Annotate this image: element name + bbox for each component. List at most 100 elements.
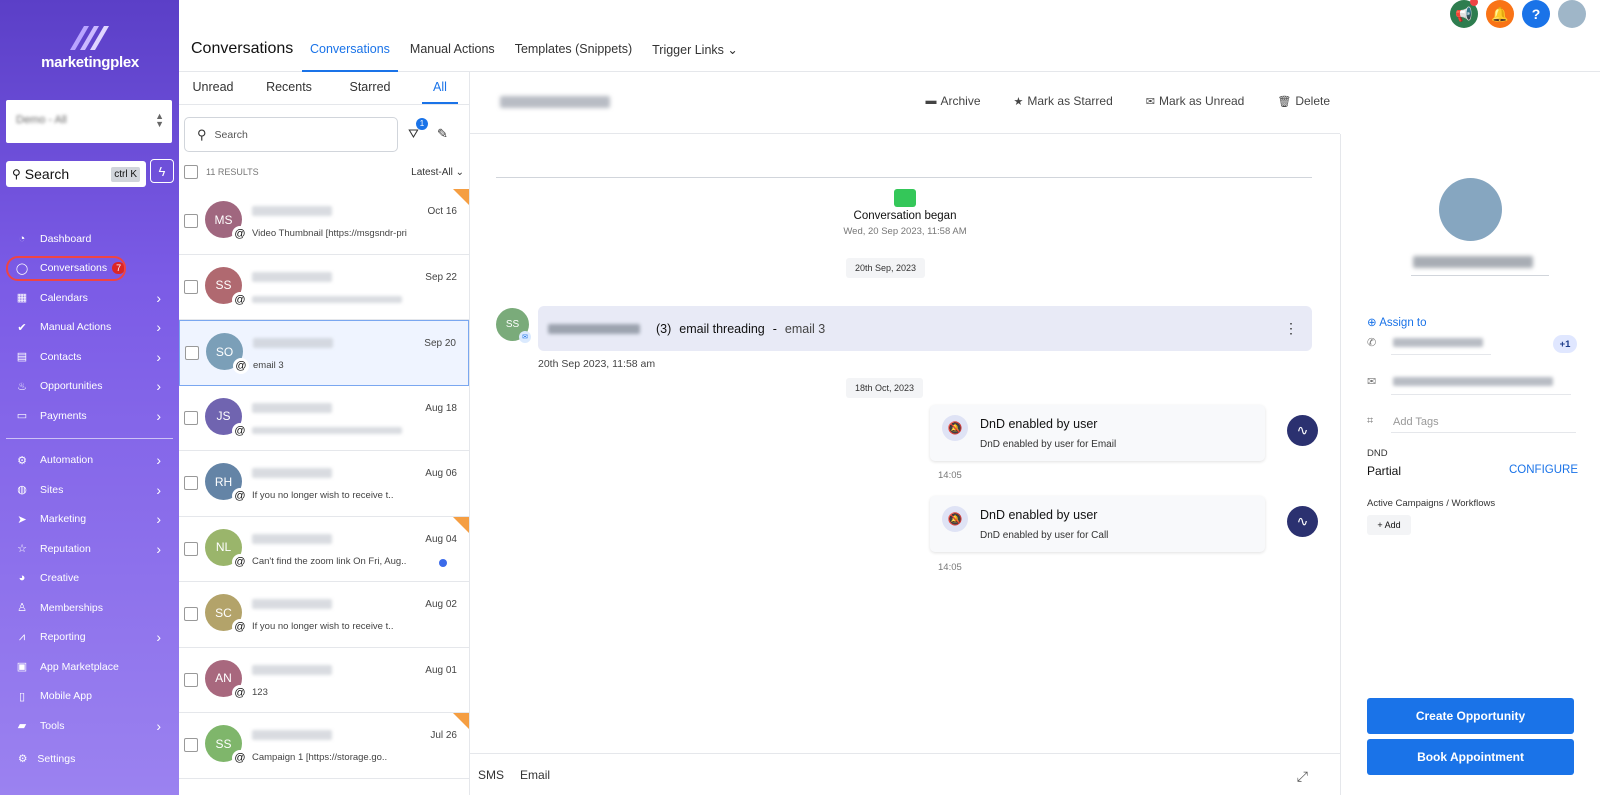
- row-checkbox[interactable]: [184, 607, 198, 621]
- conversation-row[interactable]: AN @ Aug 01 123: [179, 648, 469, 713]
- conversation-date: Sep 22: [425, 271, 457, 283]
- tab-manual-actions[interactable]: Manual Actions: [402, 34, 503, 72]
- thread-actions: ▬ Archive ★ Mark as Starred ✉ Mark as Unrea…: [893, 94, 1331, 108]
- palette-icon: ◕: [18, 572, 26, 585]
- conversation-row[interactable]: NL @ Aug 04 Can't find the zoom link On Fri…: [179, 516, 469, 582]
- conversation-row[interactable]: SS @ Sep 22: [179, 255, 469, 320]
- search-icon: ⚲: [197, 126, 207, 142]
- archive-button[interactable]: ▬ Archive: [926, 94, 981, 108]
- chevron-right-icon: ›: [156, 289, 161, 306]
- tags-field[interactable]: ⌗ Add Tags: [1367, 415, 1577, 428]
- conversation-row[interactable]: SO @ Sep 20 email 3: [179, 320, 469, 386]
- sidebar-item-manual-actions[interactable]: ✔ Manual Actions ›: [0, 313, 179, 343]
- envelope-icon: ✉: [1145, 95, 1155, 108]
- search-icon: ⚲: [12, 167, 21, 181]
- avatar: AN @: [205, 659, 248, 701]
- composer-tab-sms[interactable]: SMS: [478, 768, 504, 782]
- sidebar-item-sites[interactable]: ◍ Sites ›: [0, 475, 179, 505]
- tab-templates[interactable]: Templates (Snippets): [507, 34, 640, 72]
- row-checkbox[interactable]: [184, 214, 198, 228]
- sidebar-item-reporting[interactable]: ⩘ Reporting ›: [0, 623, 179, 653]
- chevron-right-icon: ›: [156, 540, 161, 557]
- tab-all[interactable]: All: [422, 72, 458, 104]
- tab-conversations[interactable]: Conversations: [302, 34, 398, 72]
- phone-field[interactable]: ✆: [1367, 336, 1577, 349]
- dashboard-icon: ◔: [18, 232, 26, 245]
- sidebar-item-memberships[interactable]: ♙ Memberships: [0, 593, 179, 623]
- conversation-row[interactable]: JS @ Aug 18: [179, 386, 469, 451]
- user-avatar[interactable]: [1558, 0, 1586, 28]
- row-checkbox[interactable]: [185, 346, 199, 360]
- email-message[interactable]: (3) email threading - email 3 ⋮: [538, 306, 1312, 351]
- sort-dropdown[interactable]: Latest-All ⌄: [411, 167, 464, 178]
- sidebar-item-automation[interactable]: ⚙ Automation ›: [0, 446, 179, 476]
- sidebar-item-payments[interactable]: ▭ Payments ›: [0, 401, 179, 431]
- mark-unread-button[interactable]: ✉ Mark as Unread: [1146, 94, 1245, 108]
- account-switcher[interactable]: Demo - All ▲ ▼: [6, 100, 172, 143]
- sidebar-item-contacts[interactable]: ▤ Contacts ›: [0, 342, 179, 372]
- conversation-row[interactable]: RH @ Aug 06 If you no longer wish to receiv…: [179, 451, 469, 517]
- email-channel-icon: @: [232, 291, 248, 308]
- sidebar-item-dashboard[interactable]: ◔ Dashboard: [0, 224, 179, 254]
- compose-button[interactable]: ✎: [437, 126, 448, 142]
- sidebar-item-marketing[interactable]: ➤ Marketing ›: [0, 505, 179, 535]
- row-checkbox[interactable]: [184, 279, 198, 294]
- select-all-checkbox[interactable]: [184, 165, 198, 179]
- row-checkbox[interactable]: [184, 541, 198, 556]
- conversation-date: Aug 18: [425, 402, 457, 414]
- expand-icon[interactable]: ⤢: [1297, 768, 1308, 785]
- tab-starred[interactable]: Starred: [331, 72, 409, 104]
- sidebar-item-settings[interactable]: ⚙ Settings: [18, 753, 75, 765]
- avatar-initials: NL: [215, 540, 232, 554]
- sidebar-item-label: Sites: [40, 483, 64, 496]
- configure-dnd-button[interactable]: CONFIGURE: [1509, 464, 1578, 476]
- contact-name-redacted: [252, 599, 332, 609]
- assign-to-button[interactable]: ⊕ Assign to: [1367, 315, 1427, 329]
- more-options-icon[interactable]: ⋮: [1284, 320, 1298, 337]
- filter-button[interactable]: ⛛ 1: [408, 118, 428, 142]
- top-bar: Conversations Conversations Manual Actio…: [179, 0, 1600, 72]
- row-checkbox[interactable]: [184, 738, 198, 752]
- logo[interactable]: marketingplex: [40, 22, 140, 71]
- avatar-initials: SC: [215, 605, 232, 620]
- help-button[interactable]: ?: [1522, 0, 1550, 28]
- conversation-row[interactable]: SC @ Aug 02 If you no longer wish to receiv…: [179, 582, 469, 648]
- quick-actions-button[interactable]: ϟ: [150, 159, 174, 183]
- book-appointment-button[interactable]: Book Appointment: [1367, 739, 1574, 775]
- tab-unread[interactable]: Unread: [179, 72, 247, 104]
- add-campaign-button[interactable]: + Add: [1367, 515, 1411, 535]
- sidebar-item-calendars[interactable]: ▦ Calendars ›: [0, 283, 179, 313]
- preview-redacted: [252, 295, 402, 303]
- email-redacted: [1393, 377, 1553, 386]
- sidebar-item-mobile-app[interactable]: ▯ Mobile App: [0, 682, 179, 712]
- composer-tab-email[interactable]: Email: [520, 768, 550, 782]
- starred-corner-icon: [453, 516, 469, 533]
- notifications-button[interactable]: 🔔: [1486, 0, 1514, 28]
- event-title: DnD enabled by user: [980, 417, 1098, 431]
- plus-circle-icon: ⊕: [1367, 317, 1377, 329]
- sidebar-search[interactable]: ⚲ Search ctrl K: [6, 161, 146, 187]
- tab-trigger-links[interactable]: Trigger Links ⌄: [644, 34, 746, 72]
- more-phones-badge[interactable]: +1: [1553, 335, 1577, 353]
- conversation-row[interactable]: SS @ Jul 26 Campaign 1 [https://storage.go.…: [179, 713, 469, 779]
- create-opportunity-button[interactable]: Create Opportunity: [1367, 698, 1574, 734]
- divider: [1411, 275, 1549, 276]
- sidebar-item-app-marketplace[interactable]: ▣ App Marketplace: [0, 652, 179, 682]
- conversation-search-input[interactable]: ⚲ Search: [184, 117, 398, 152]
- row-checkbox[interactable]: [184, 410, 198, 425]
- date-separator: 18th Oct, 2023: [846, 378, 924, 398]
- delete-button[interactable]: 🗑 Delete: [1277, 94, 1330, 108]
- sidebar-item-reputation[interactable]: ☆ Reputation ›: [0, 534, 179, 564]
- announcement-button[interactable]: 📢: [1450, 0, 1478, 28]
- filter-count-badge: 1: [416, 118, 428, 130]
- sidebar-item-creative[interactable]: ◕ Creative: [0, 564, 179, 594]
- row-checkbox[interactable]: [184, 672, 198, 687]
- sidebar-item-opportunities[interactable]: ♨ Opportunities ›: [0, 372, 179, 402]
- sidebar-item-conversations[interactable]: ◯ Conversations 7: [0, 254, 179, 284]
- email-field[interactable]: ✉: [1367, 375, 1577, 388]
- star-button[interactable]: ★ Mark as Starred: [1014, 94, 1113, 108]
- row-checkbox[interactable]: [184, 476, 198, 490]
- conversation-row[interactable]: MS @ Oct 16 Video Thumbnail [https://msgsnd…: [179, 189, 469, 255]
- sidebar-item-tools[interactable]: ▰ Tools ›: [0, 711, 179, 741]
- tab-recents[interactable]: Recents: [247, 72, 331, 104]
